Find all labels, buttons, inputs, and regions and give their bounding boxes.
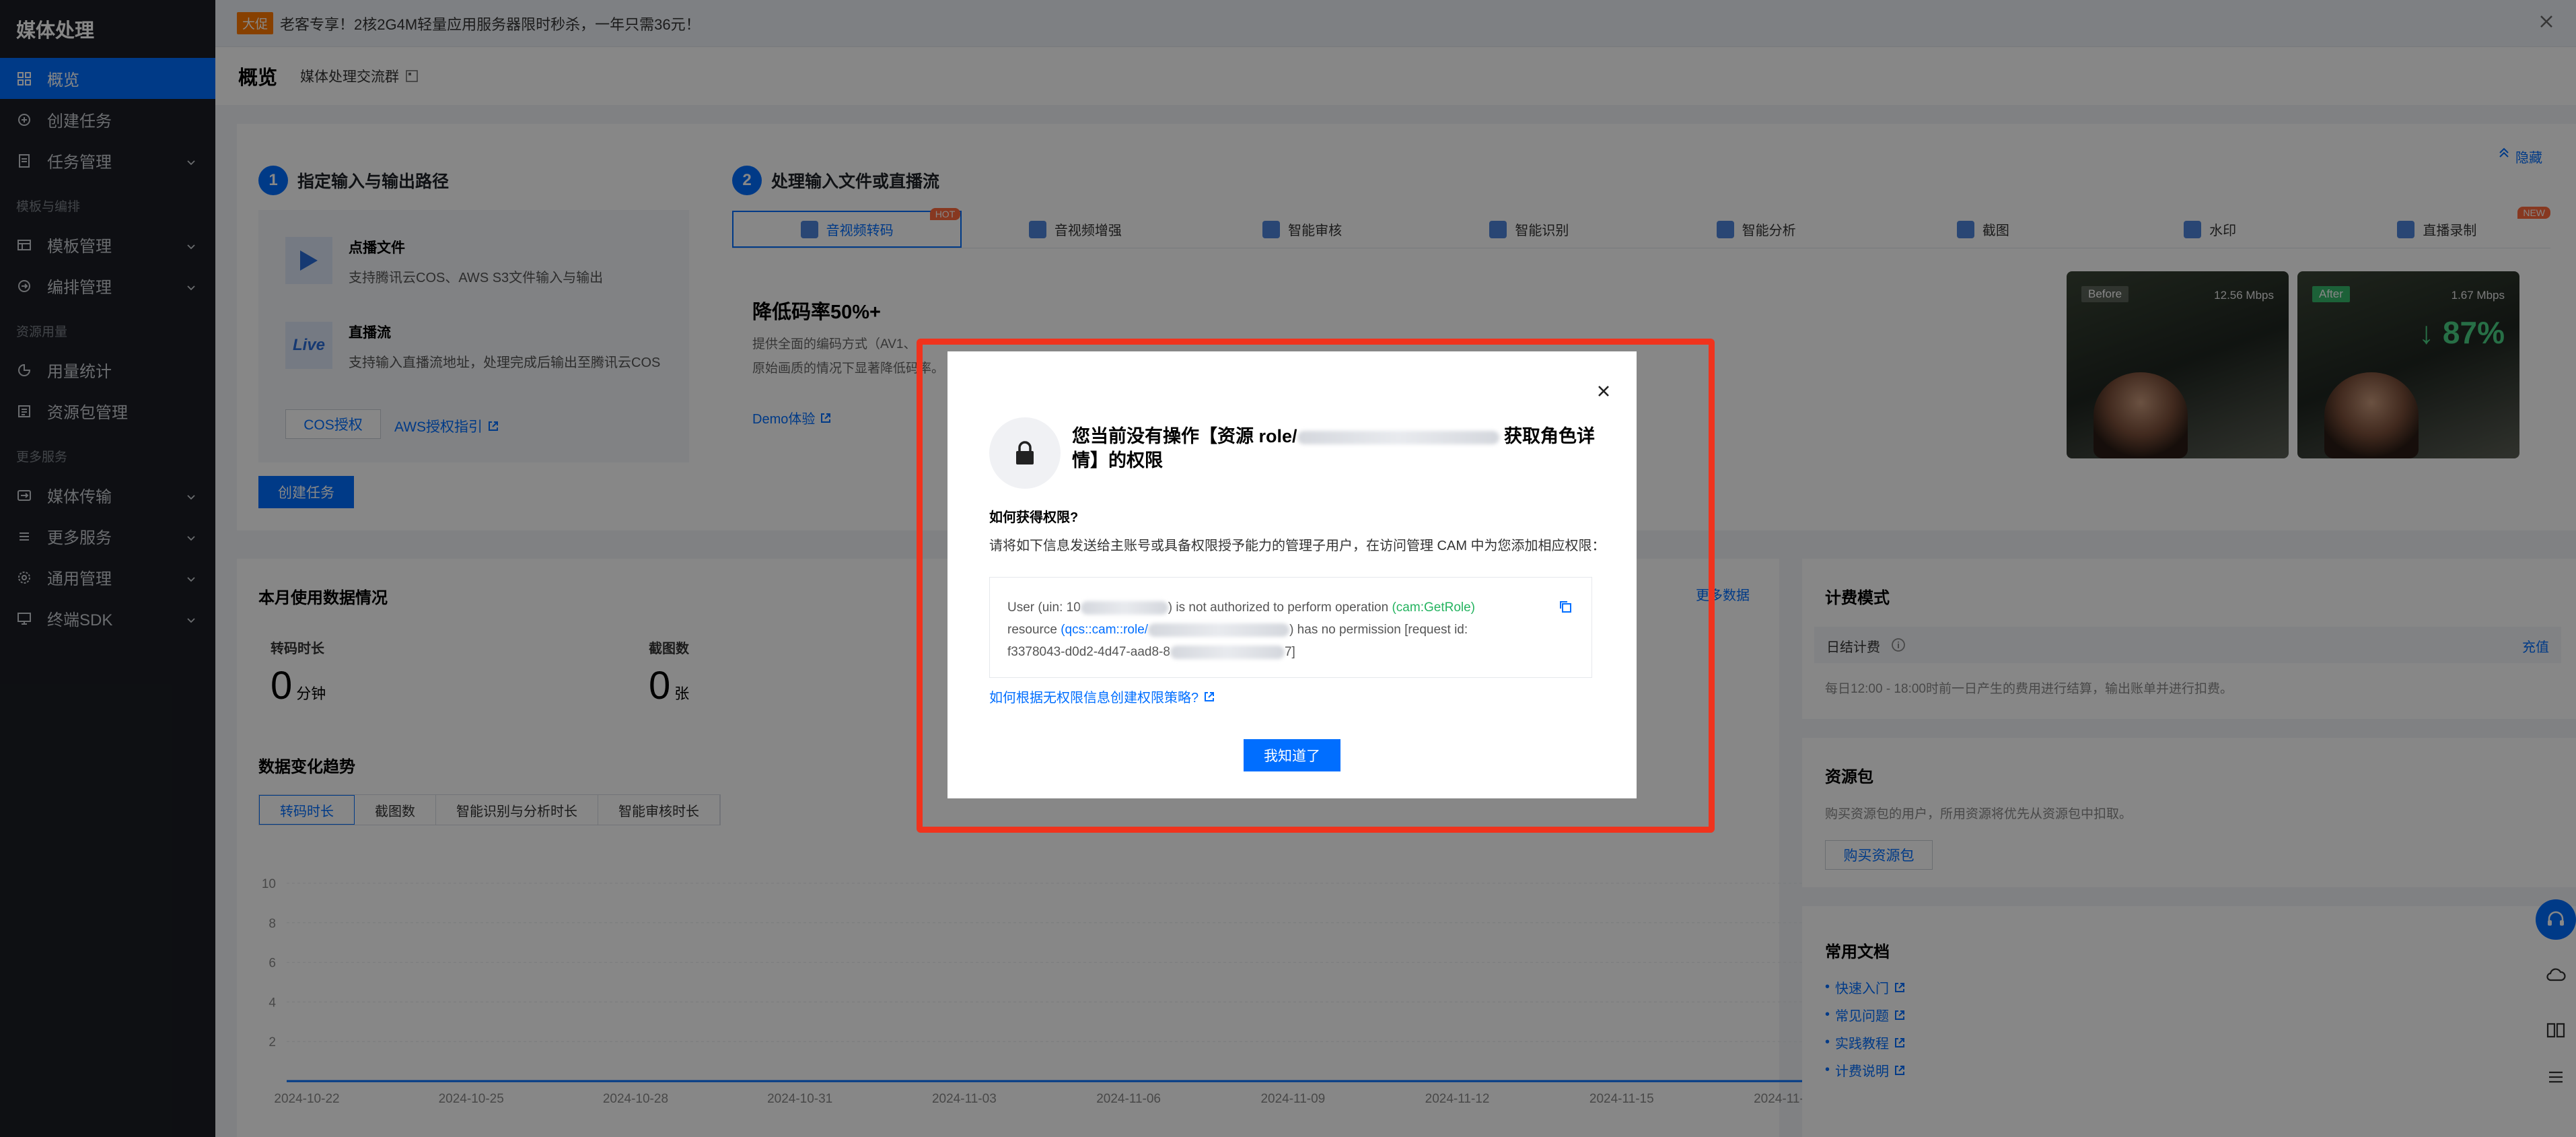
close-icon[interactable] bbox=[1595, 382, 1612, 403]
acknowledge-button[interactable]: 我知道了 bbox=[1244, 739, 1340, 771]
error-detail-box: User (uin: 10) is not authorized to perf… bbox=[989, 577, 1592, 678]
lock-icon bbox=[989, 417, 1061, 489]
external-link-icon bbox=[1205, 691, 1215, 701]
policy-help-link[interactable]: 如何根据无权限信息创建权限策略? bbox=[989, 687, 1215, 706]
policy-help-label: 如何根据无权限信息创建权限策略? bbox=[989, 691, 1199, 705]
redacted-role bbox=[1297, 430, 1499, 444]
permission-dialog: 您当前没有操作【资源 role/ 获取角色详情】的权限 如何获得权限? 请将如下… bbox=[947, 351, 1637, 798]
copy-icon[interactable] bbox=[1558, 599, 1573, 621]
how-desc: 请将如下信息发送给主账号或具备权限授予能力的管理子用户，在访问管理 CAM 中为… bbox=[989, 539, 1606, 553]
dialog-title: 您当前没有操作【资源 role/ 获取角色详情】的权限 bbox=[1072, 426, 1596, 471]
how-title: 如何获得权限? bbox=[989, 510, 1079, 525]
